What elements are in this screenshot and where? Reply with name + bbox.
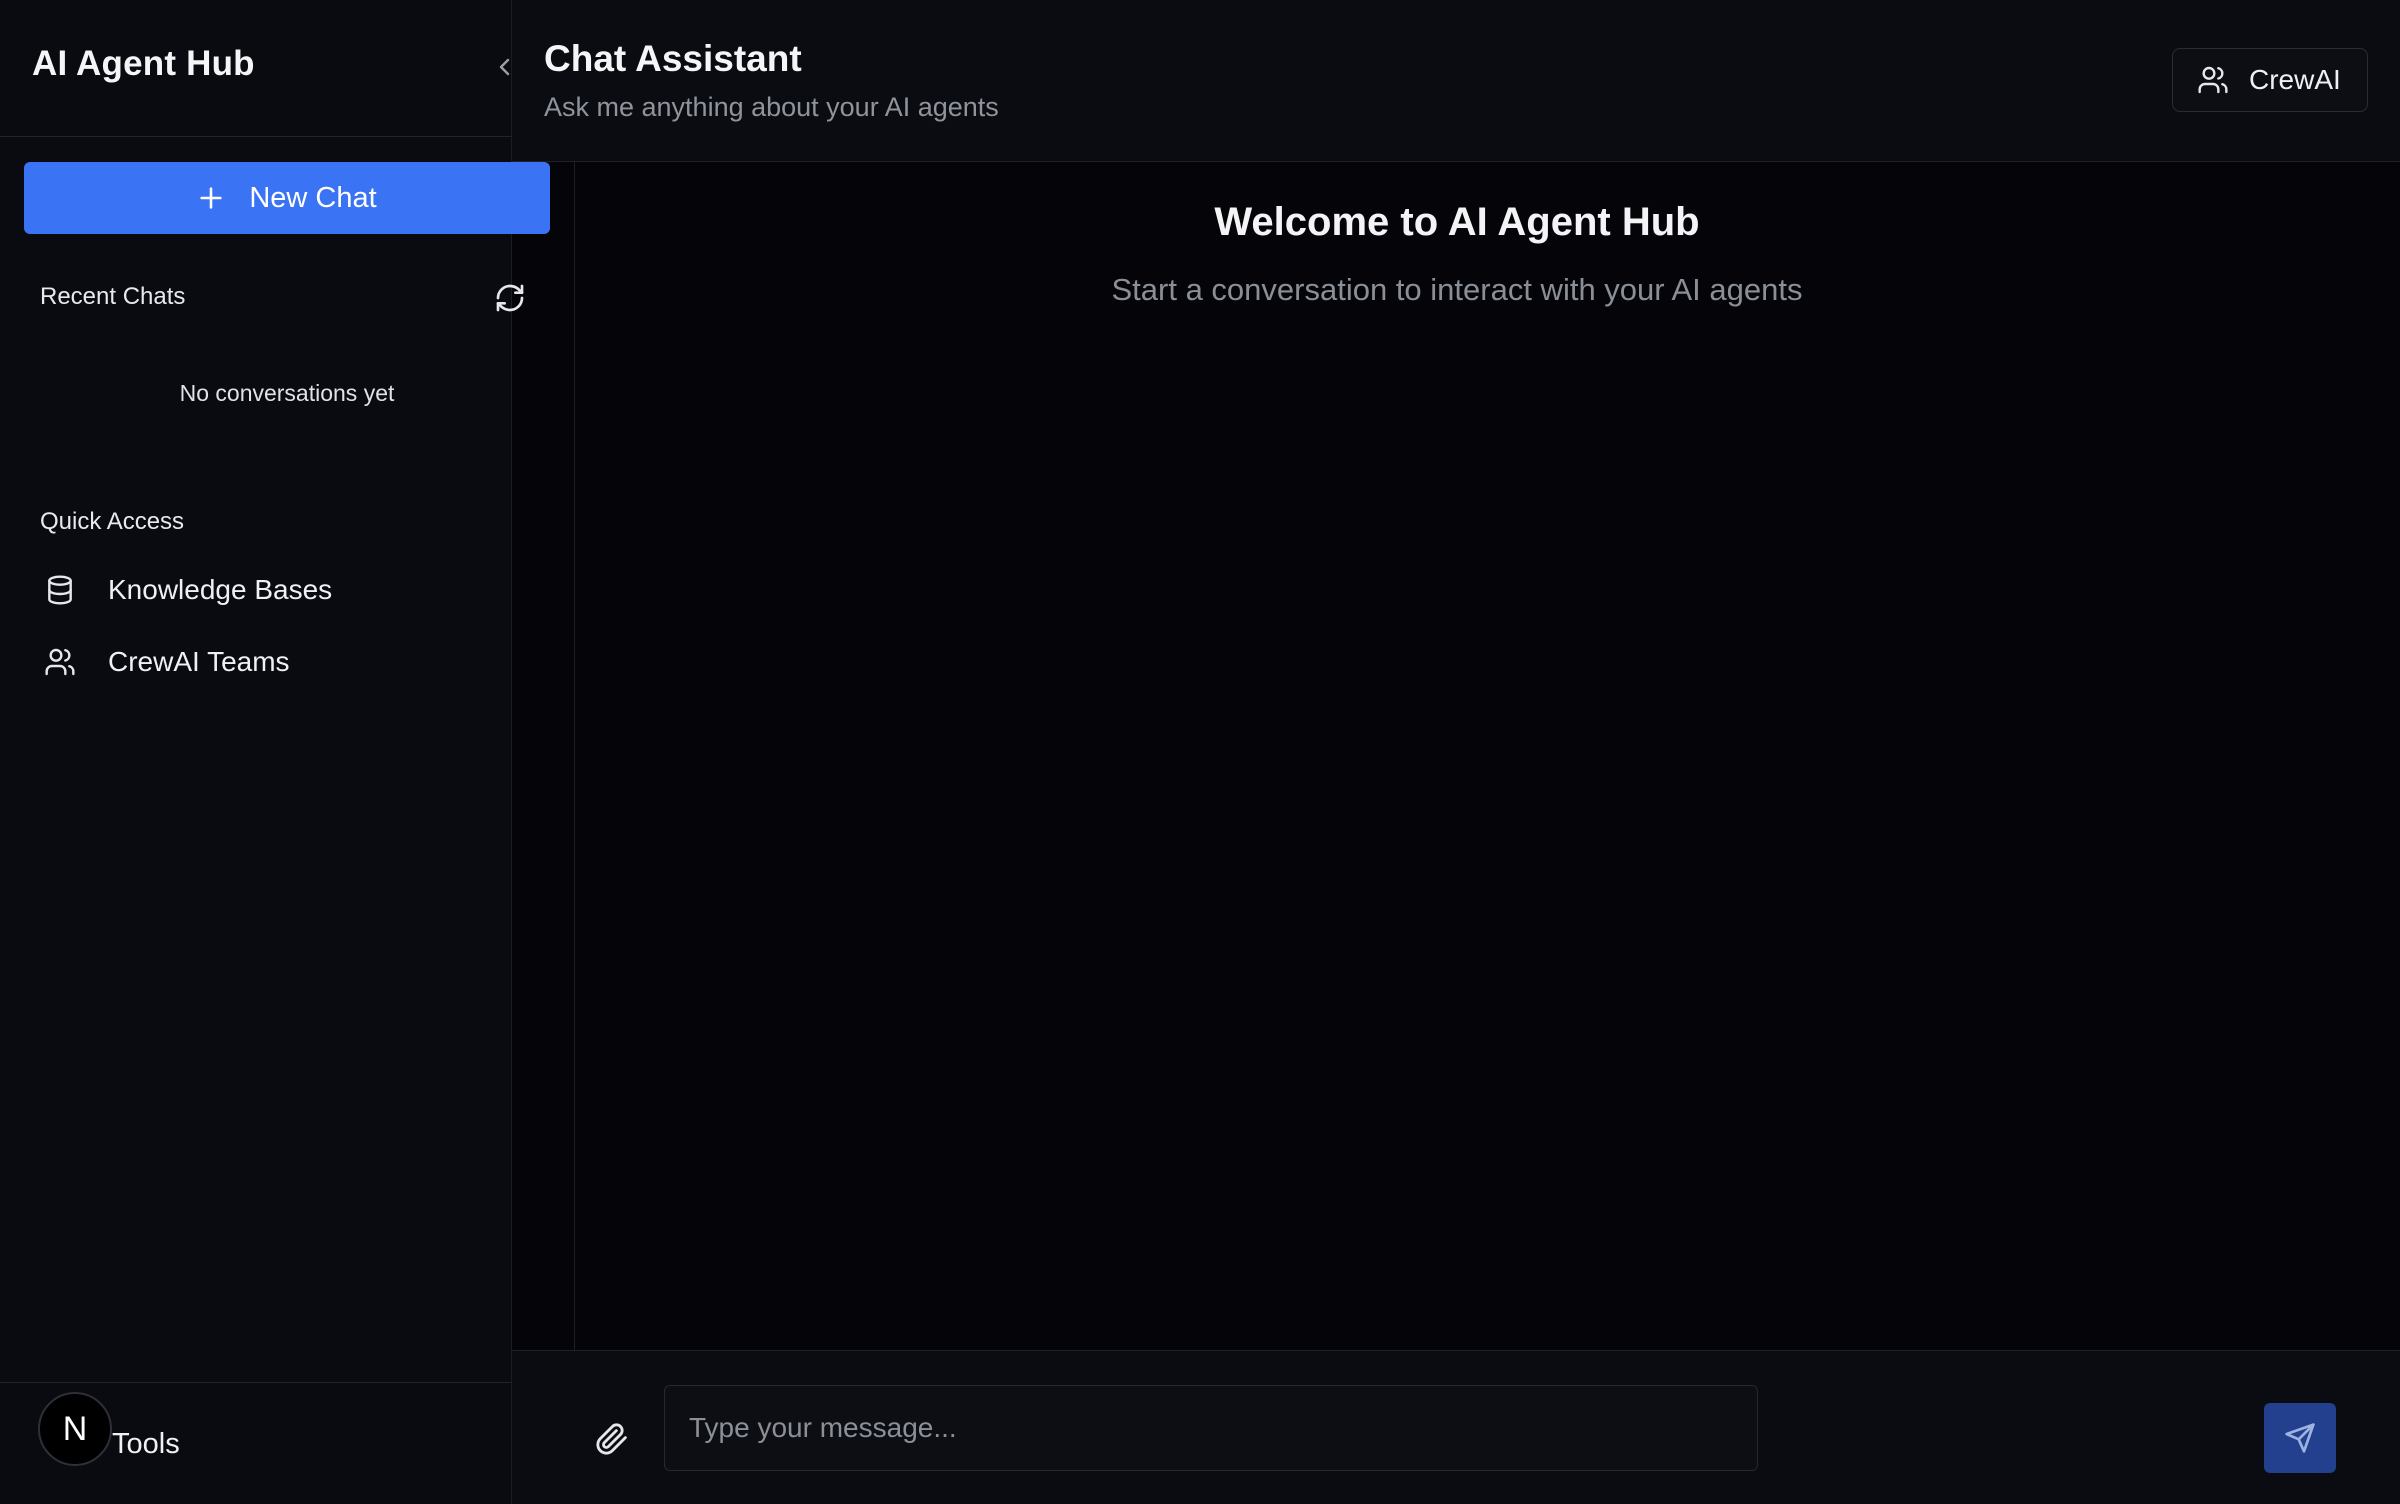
quick-access-label: CrewAI Teams <box>108 646 290 677</box>
database-icon <box>40 570 80 610</box>
app-root: AI Agent Hub Recent Chats No conversatio… <box>0 0 2400 1504</box>
welcome-title: Welcome to AI Agent Hub <box>1214 200 1700 244</box>
chat-header: Chat Assistant Ask me anything about you… <box>512 0 2400 162</box>
message-input[interactable] <box>664 1385 1758 1471</box>
page-title: Chat Assistant <box>544 38 802 79</box>
attach-file-button[interactable] <box>590 1417 634 1461</box>
paperclip-icon <box>596 1423 627 1455</box>
send-button[interactable] <box>2264 1403 2336 1473</box>
crewai-mode-button[interactable]: CrewAI <box>2172 48 2368 112</box>
page-subtitle: Ask me anything about your AI agents <box>544 92 999 122</box>
quick-access-knowledge-bases[interactable]: Knowledge Bases <box>40 562 500 618</box>
users-icon <box>40 642 80 682</box>
new-chat-button[interactable]: New Chat <box>24 162 550 234</box>
crewai-mode-label: CrewAI <box>2249 64 2341 95</box>
plus-icon <box>200 187 222 209</box>
message-composer <box>512 1350 2400 1504</box>
new-chat-label: New Chat <box>249 181 377 214</box>
users-icon <box>2198 66 2228 94</box>
send-icon <box>2285 1423 2315 1453</box>
refresh-icon <box>496 284 524 312</box>
chat-messages-area: Welcome to AI Agent Hub Start a conversa… <box>574 162 2400 1350</box>
quick-access-heading: Quick Access <box>40 508 185 535</box>
quick-access-label: Knowledge Bases <box>108 574 333 605</box>
quick-access-crewai-teams[interactable]: CrewAI Teams <box>40 634 500 690</box>
refresh-button[interactable] <box>492 280 528 316</box>
avatar[interactable]: N <box>38 1392 112 1466</box>
welcome-subtitle: Start a conversation to interact with yo… <box>1111 272 1803 307</box>
app-title: AI Agent Hub <box>32 44 255 83</box>
tools-link[interactable]: Tools <box>112 1428 180 1461</box>
sidebar-header: AI Agent Hub <box>0 0 512 137</box>
recent-chats-heading: Recent Chats <box>40 283 186 310</box>
recent-chats-empty-state: No conversations yet <box>179 380 395 406</box>
